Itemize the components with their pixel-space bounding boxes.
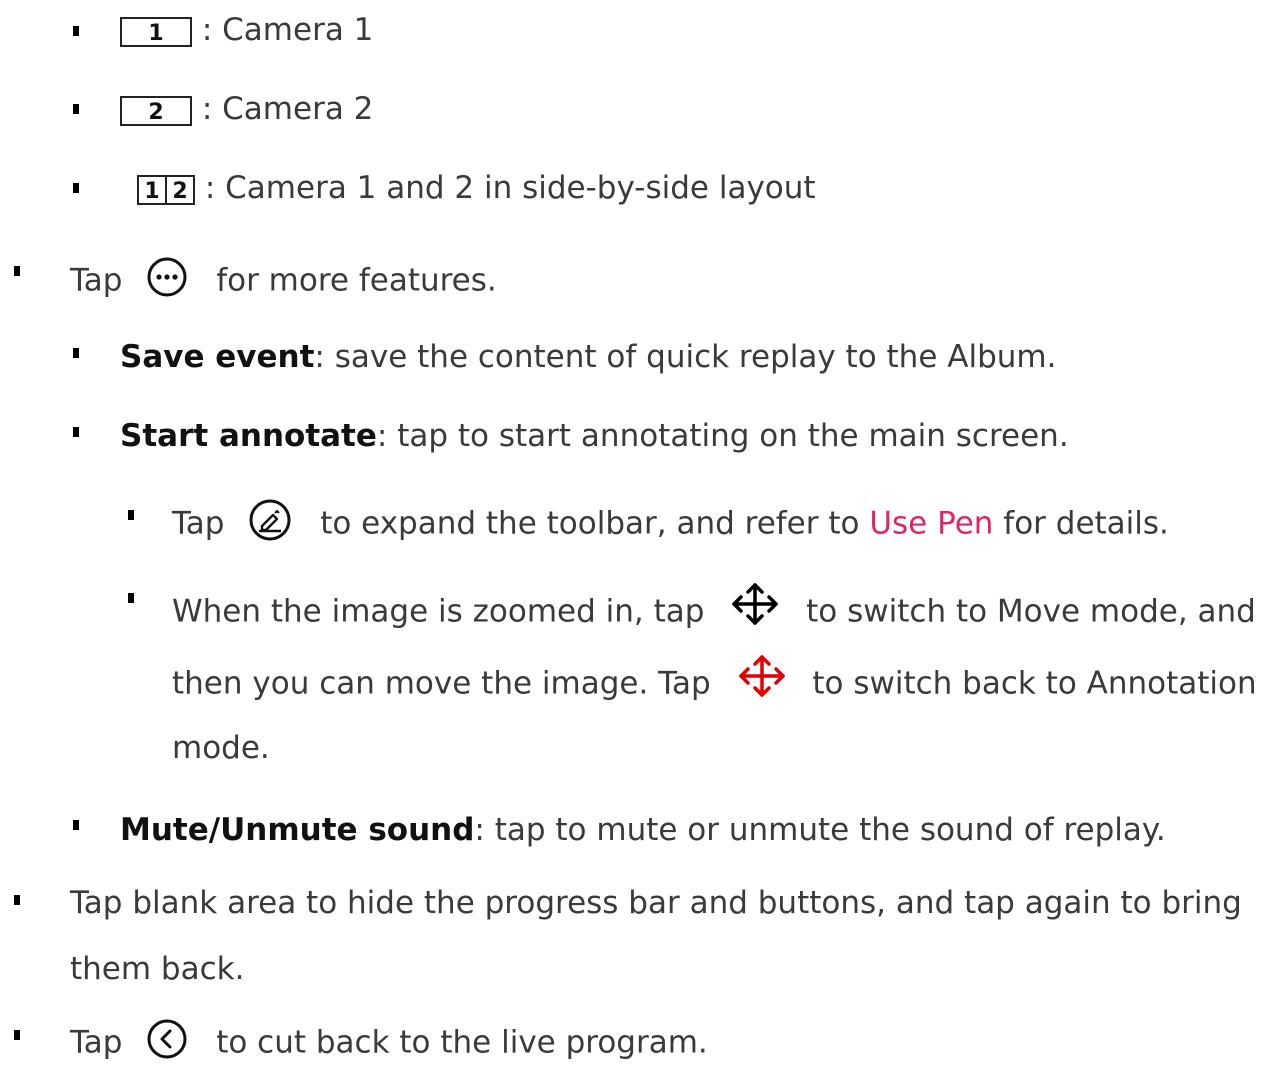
list-item-back: Tap to cut back to the live program. xyxy=(70,1018,708,1070)
move-line-3: mode. xyxy=(172,730,270,766)
bullet xyxy=(128,593,134,603)
bullet xyxy=(73,26,79,36)
use-pen-link[interactable]: Use Pen xyxy=(869,506,993,542)
back-post-text: to cut back to the live program. xyxy=(216,1024,708,1061)
more-circle-icon xyxy=(146,256,188,308)
bullet xyxy=(73,348,79,358)
pen-post-text: for details. xyxy=(1003,505,1169,542)
move-line-1-post: to switch to Move mode, and xyxy=(806,593,1256,630)
pen-circle-icon xyxy=(248,498,292,552)
list-item-pen: Tap to expand the toolbar, and refer to … xyxy=(172,498,1169,552)
bullet xyxy=(73,820,79,830)
move-line-2-pre: then you can move the image. Tap xyxy=(172,665,711,702)
move-line-2-post: to switch back to Annotation xyxy=(812,665,1257,702)
move-arrows-red-icon xyxy=(735,652,789,710)
list-item-move-line-2: then you can move the image. Tap to swit… xyxy=(172,655,1257,710)
list-item-save-event: Save event: save the content of quick re… xyxy=(120,337,1056,377)
list-item-start-annotate: Start annotate: tap to start annotating … xyxy=(120,416,1069,456)
pen-mid-text: to expand the toolbar, and refer to xyxy=(320,505,860,542)
save-event-text: : save the content of quick replay to th… xyxy=(314,339,1057,375)
mute-label: Mute/Unmute sound xyxy=(120,812,475,848)
mute-text: : tap to mute or unmute the sound of rep… xyxy=(474,812,1166,848)
back-pre-text: Tap xyxy=(70,1024,123,1061)
camera-1-2-text: : Camera 1 and 2 in side-by-side layout xyxy=(204,170,816,206)
camera-1-text: : Camera 1 xyxy=(201,12,374,48)
list-item-blank-area-1: Tap blank area to hide the progress bar … xyxy=(70,883,1242,923)
bullet xyxy=(73,104,79,114)
blank-area-line-1: Tap blank area to hide the progress bar … xyxy=(70,885,1242,921)
start-annotate-text: : tap to start annotating on the main sc… xyxy=(376,418,1069,454)
bullet xyxy=(14,895,20,905)
blank-area-line-2: them back. xyxy=(70,951,245,987)
bullet xyxy=(14,1030,20,1040)
list-item-more-features: Tap for more features. xyxy=(70,256,497,308)
back-circle-icon xyxy=(146,1018,188,1070)
list-item-move-line-1: When the image is zoomed in, tap to swit… xyxy=(172,583,1256,638)
start-annotate-label: Start annotate xyxy=(120,418,377,454)
list-item-blank-area-2: them back. xyxy=(70,949,244,989)
list-item-camera-1-2: 1 2 : Camera 1 and 2 in side-by-side lay… xyxy=(137,168,816,208)
more-post-text: for more features. xyxy=(216,262,497,299)
more-pre-text: Tap xyxy=(70,262,123,299)
list-item-move-line-3: mode. xyxy=(172,728,270,768)
list-item-camera-2: 2 : Camera 2 xyxy=(120,89,373,129)
camera-2-text: : Camera 2 xyxy=(201,91,374,127)
camera-1-key: 1 xyxy=(120,16,192,47)
camera-1-2-key-left: 1 xyxy=(144,178,160,204)
bullet xyxy=(14,266,20,276)
camera-1-2-key-right: 2 xyxy=(165,176,193,204)
list-item-mute: Mute/Unmute sound: tap to mute or unmute… xyxy=(120,810,1166,850)
save-event-label: Save event xyxy=(120,339,315,375)
camera-2-key: 2 xyxy=(120,95,192,126)
move-line-1-pre: When the image is zoomed in, tap xyxy=(172,593,705,630)
bullet xyxy=(73,427,79,437)
move-arrows-icon xyxy=(728,580,782,638)
bullet xyxy=(73,183,79,193)
bullet xyxy=(128,510,134,520)
pen-pre-text: Tap xyxy=(172,505,225,542)
camera-1-2-key: 1 2 xyxy=(137,174,195,205)
list-item-camera-1: 1 : Camera 1 xyxy=(120,10,373,50)
